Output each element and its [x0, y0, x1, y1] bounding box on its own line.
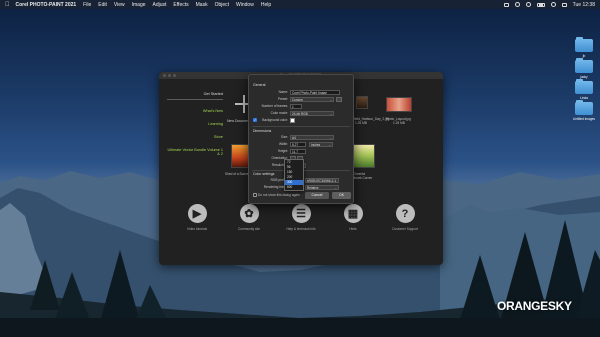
save-preset-button[interactable]	[336, 97, 342, 102]
resource-community[interactable]: ✿ Community site	[227, 204, 271, 248]
height-row: Height: 11.7	[249, 149, 355, 154]
background-row: ✓ Background color:	[249, 118, 355, 123]
desktop-folder-jacky[interactable]: jacky	[569, 58, 599, 79]
rendering-select[interactable]: Relative ⌄	[305, 185, 339, 190]
chevron-down-icon: ⌄	[329, 112, 332, 116]
name-row: Name: Corel Photo-Paint Image	[249, 90, 355, 95]
dont-show-checkbox[interactable]	[253, 193, 257, 197]
units-select[interactable]: inches ⌄	[309, 142, 333, 147]
sync-icon[interactable]	[514, 2, 520, 7]
chevron-down-icon: ⌄	[334, 186, 337, 190]
chevron-down-icon: ⌄	[329, 136, 332, 140]
color-mode-row: Color mode: 24-bit RGB ⌄	[249, 111, 355, 116]
menu-mask[interactable]: Mask	[196, 2, 208, 8]
desktop-folder-linda[interactable]: Linda	[569, 79, 599, 100]
size-select[interactable]: A4 ⌄	[290, 135, 334, 140]
book-icon: ▦	[343, 204, 363, 223]
menu-bar:  Corel PHOTO-PAINT 2021 File Edit View …	[0, 0, 600, 9]
dont-show-label: Do not show this dialog again	[258, 193, 300, 197]
wifi-icon[interactable]	[525, 2, 531, 7]
frames-field[interactable]: 1	[290, 104, 302, 109]
help-book-icon: ☰	[291, 204, 311, 223]
resource-video-tutorials[interactable]: ▶ Video tutorials	[175, 204, 219, 248]
screen-icon[interactable]	[503, 2, 509, 7]
folder-icon	[575, 100, 593, 115]
menu-edit[interactable]: Edit	[98, 2, 107, 8]
control-center-icon[interactable]	[561, 2, 567, 7]
video-icon: ▶	[187, 204, 207, 223]
width-label: Width:	[278, 142, 288, 146]
folder-icon	[575, 79, 593, 94]
name-label: Name:	[278, 90, 288, 94]
rgb-profile-select[interactable]: sRGB IEC61966-2.1 ⌄	[305, 178, 339, 183]
recent-thumb-3[interactable]	[231, 144, 249, 168]
chevron-down-icon: ⌄	[329, 98, 332, 102]
resource-support[interactable]: ? Customer Support	[383, 204, 427, 248]
recent-thumb-1[interactable]	[356, 96, 368, 109]
chevron-down-icon: ⌄	[334, 179, 337, 183]
orangesky-watermark: ORANGESKY	[497, 299, 572, 313]
apple-icon[interactable]: 	[5, 2, 10, 8]
recent-sub-1: 1.25 MB	[355, 121, 367, 125]
frames-row: Number of frames: 1	[249, 104, 355, 109]
background-checkbox[interactable]: ✓	[253, 118, 257, 122]
resolution-dropdown: 72 96 150 200 300 600	[284, 159, 304, 191]
community-icon: ✿	[239, 204, 259, 223]
divider	[252, 126, 350, 127]
menu-adjust[interactable]: Adjust	[153, 2, 167, 8]
color-mode-label: Color mode:	[270, 111, 288, 115]
chevron-down-icon: ⌄	[328, 143, 331, 147]
cancel-button[interactable]: Cancel	[305, 192, 329, 199]
battery-icon[interactable]	[536, 2, 545, 7]
preset-select[interactable]: Custom ⌄	[290, 97, 334, 102]
name-field[interactable]: Corel Photo-Paint Image	[290, 90, 340, 95]
status-area: Tue 12:38	[503, 2, 595, 8]
menu-image[interactable]: Image	[132, 2, 146, 8]
nav-whats-new[interactable]: What's New	[167, 109, 223, 113]
size-row: Size: A4 ⌄	[249, 135, 355, 140]
question-icon: ?	[395, 204, 415, 223]
resource-hints[interactable]: ▦ Hints	[331, 204, 375, 248]
width-field[interactable]: 8.27	[290, 142, 306, 147]
recent-thumb-2[interactable]	[386, 97, 412, 112]
desktop-folder-jb[interactable]: jb	[569, 37, 599, 58]
general-section-label: General	[253, 83, 266, 87]
menu-object[interactable]: Object	[215, 2, 229, 8]
frames-label: Number of frames:	[261, 104, 288, 108]
menu-clock[interactable]: Tue 12:38	[573, 2, 595, 8]
search-icon[interactable]	[550, 2, 556, 7]
resource-help[interactable]: ☰ Help & technical info	[279, 204, 323, 248]
color-mode-select[interactable]: 24-bit RGB ⌄	[290, 111, 334, 116]
menu-help[interactable]: Help	[261, 2, 271, 8]
background-color-swatch[interactable]	[290, 118, 295, 123]
folder-icon	[575, 58, 593, 73]
preset-label: Preset:	[277, 97, 288, 101]
menu-app-name[interactable]: Corel PHOTO-PAINT 2021	[16, 2, 77, 8]
background-label: Background color:	[262, 118, 288, 122]
height-label: Height:	[277, 149, 288, 153]
resolution-option[interactable]: 600	[285, 185, 303, 190]
resource-bar: ▶ Video tutorials ✿ Community site ☰ Hel…	[159, 204, 443, 248]
size-label: Size:	[280, 135, 288, 139]
recent-sub-2: 1.25 MB	[393, 121, 405, 125]
nav-store[interactable]: Store	[167, 135, 223, 139]
dimensions-section-label: Dimensions	[253, 129, 272, 133]
nav-learning[interactable]: Learning	[167, 122, 223, 126]
width-row: Width: 8.27 inches ⌄	[249, 142, 355, 147]
preset-row: Preset: Custom ⌄	[249, 97, 355, 102]
nav-vector-bundle[interactable]: Ultimate Vector Bundle Volume 1 & 2	[167, 148, 223, 156]
menu-window[interactable]: Window	[236, 2, 254, 8]
color-settings-section-label: Color settings	[253, 172, 275, 176]
menu-effects[interactable]: Effects	[173, 2, 188, 8]
menu-file[interactable]: File	[83, 2, 91, 8]
height-field[interactable]: 11.7	[290, 149, 306, 154]
welcome-side-nav: Get Started What's New Learning Store Ul…	[167, 92, 223, 165]
desktop-folder-untitled[interactable]: Untitled images	[569, 100, 599, 121]
nav-get-started[interactable]: Get Started	[167, 92, 223, 100]
ok-button[interactable]: OK	[332, 192, 351, 199]
menu-view[interactable]: View	[114, 2, 125, 8]
folder-icon	[575, 37, 593, 52]
